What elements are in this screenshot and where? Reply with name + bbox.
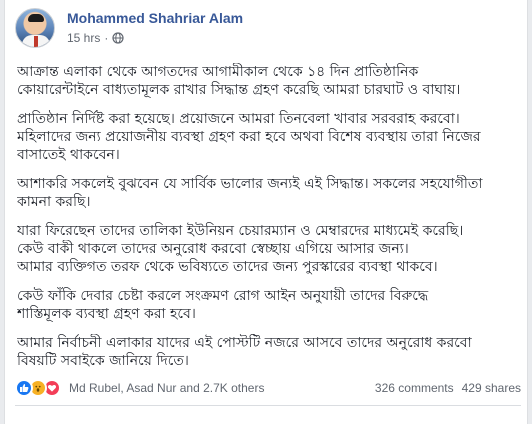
globe-icon[interactable]: [112, 32, 124, 44]
post-paragraph: কেউ ফাঁকি দেবার চেষ্টা করলে সংক্রমণ রোগ …: [17, 287, 523, 323]
post-paragraph: যারা ফিরেছেন তাদের তালিকা ইউনিয়ন চেয়ার…: [17, 222, 523, 276]
post-text: আক্রান্ত এলাকা থেকে আগতদের আগামীকাল থেকে…: [17, 63, 523, 370]
post-text-line: বিষয়টি সবাইকে জানিয়ে দিতে।: [17, 353, 189, 369]
post-card: Mohammed Shahriar Alam 15 hrs · আক্রান্ত…: [4, 0, 528, 424]
post-text-line: কেউ ফাঁকি দেবার চেষ্টা করলে সংক্রমণ রোগ …: [17, 288, 429, 304]
author-name[interactable]: Mohammed Shahriar Alam: [67, 10, 243, 26]
post-text-line: বাসাতেই থাকবেন।: [17, 147, 120, 163]
post-text-line: কামনা করছি।: [17, 194, 91, 210]
post-text-line: কেউ বাকী থাকলে তাদের অনুরোধ করবো স্বেচ্ছ…: [17, 241, 409, 257]
like-icon: [15, 379, 33, 397]
post-text-line: প্রাতিষ্ঠান নির্দিষ্ট করা হয়েছে। প্রয়ো…: [17, 111, 460, 127]
post-timestamp[interactable]: 15 hrs: [67, 31, 100, 45]
footer-divider: [15, 405, 521, 406]
shares-count[interactable]: 429 shares: [462, 381, 521, 395]
post-paragraph: প্রাতিষ্ঠান নির্দিষ্ট করা হয়েছে। প্রয়ো…: [17, 110, 523, 164]
post-paragraph: আমার নির্বাচনী এলাকার যাদের এই পোস্টটি ন…: [17, 334, 523, 370]
post-text-line: আমার নির্বাচনী এলাকার যাদের এই পোস্টটি ন…: [17, 335, 472, 351]
post-header: Mohammed Shahriar Alam 15 hrs ·: [15, 8, 515, 56]
post-text-line: শাস্তিমূলক ব্যবস্থা গ্রহণ করা হবে।: [17, 306, 196, 322]
reaction-icons[interactable]: [15, 379, 61, 397]
meta-separator: ·: [104, 31, 109, 45]
post-text-line: যারা ফিরেছেন তাদের তালিকা ইউনিয়ন চেয়ার…: [17, 223, 464, 239]
post-paragraph: আশাকরি সকলেই বুঝবেন যে সার্বিক ভালোর জন্…: [17, 175, 523, 211]
avatar-tie: [34, 36, 38, 47]
post-footer: Md Rubel, Asad Nur and 2.7K others 326 c…: [15, 374, 521, 402]
post-text-line: আশাকরি সকলেই বুঝবেন যে সার্বিক ভালোর জন্…: [17, 176, 483, 192]
post-text-line: আক্রান্ত এলাকা থেকে আগতদের আগামীকাল থেকে…: [17, 64, 419, 80]
post-text-line: মহিলাদের জন্য প্রয়োজনীয় ব্যবস্থা গ্রহণ…: [17, 129, 481, 145]
reactors-summary[interactable]: Md Rubel, Asad Nur and 2.7K others: [69, 381, 264, 395]
post-text-line: কোয়ারেন্টাইনে বাধ্যতামূলক রাখার সিদ্ধান…: [17, 82, 461, 98]
post-meta: 15 hrs ·: [67, 30, 124, 46]
post-text-line: আমার ব্যক্তিগত তরফ থেকে ভবিষ্যতে তাদের জ…: [17, 259, 438, 275]
avatar-hair: [28, 14, 44, 22]
author-avatar[interactable]: [15, 8, 55, 48]
post-paragraph: আক্রান্ত এলাকা থেকে আগতদের আগামীকাল থেকে…: [17, 63, 523, 99]
comments-count[interactable]: 326 comments: [375, 381, 454, 395]
